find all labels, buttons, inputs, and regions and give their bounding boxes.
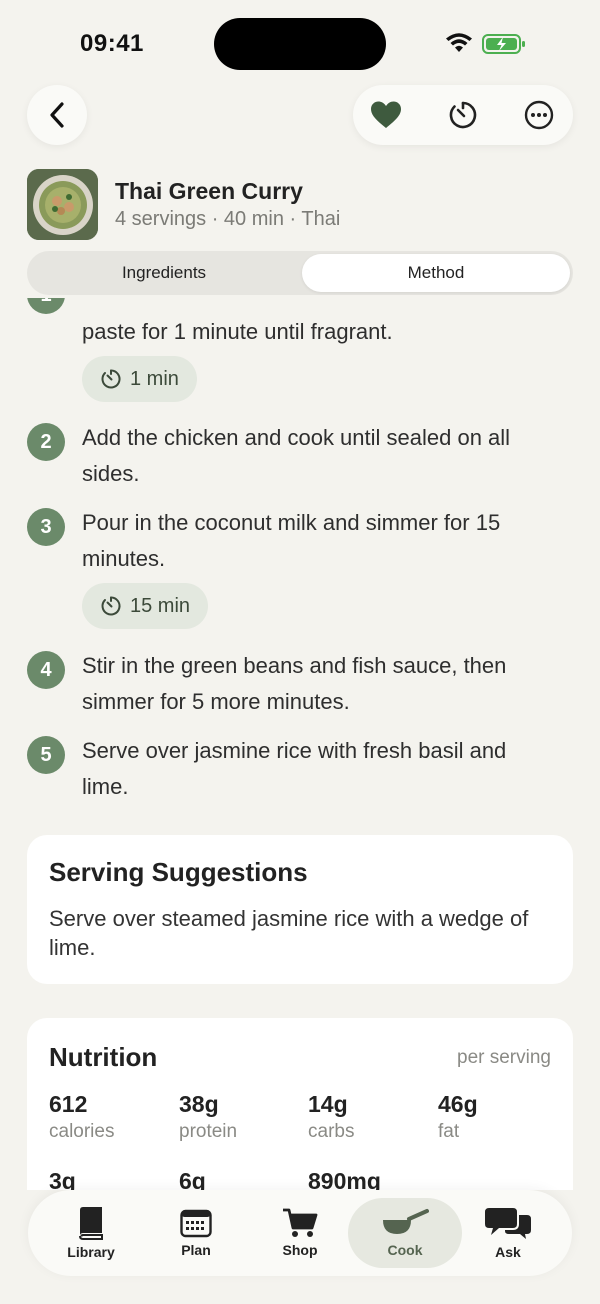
timer-button[interactable]	[447, 99, 479, 131]
nutrition-value: 3g	[49, 1168, 76, 1190]
nutrition-label: protein	[179, 1121, 238, 1142]
nutrition-value: 38g	[179, 1091, 219, 1117]
chat-icon	[485, 1208, 531, 1239]
method-scroll-area[interactable]: 1 paste for 1 minute until fragrant. 1 m…	[0, 298, 600, 1190]
tab-shop[interactable]: Shop	[245, 1198, 355, 1268]
nutrition-value: 6g	[179, 1168, 206, 1190]
tab-label: Plan	[181, 1242, 211, 1258]
cart-icon	[283, 1208, 318, 1237]
nutrition-label: carbs	[308, 1121, 355, 1142]
timer-label: 1 min	[130, 367, 179, 390]
tab-plan[interactable]: Plan	[141, 1198, 251, 1268]
nutrition-value: 46g	[438, 1091, 478, 1117]
step-text: Stir in the green beans and fish sauce, …	[82, 653, 507, 714]
recipe-title: Thai Green Curry	[115, 178, 303, 204]
step-text: Add the chicken and cook until sealed on…	[82, 425, 511, 486]
book-icon	[79, 1207, 103, 1240]
tab-library[interactable]: Library	[36, 1198, 146, 1268]
calendar-icon	[180, 1209, 212, 1238]
tab-label: Library	[67, 1244, 115, 1260]
card-body: Serve over steamed jasmine rice with a w…	[49, 906, 529, 960]
heart-icon	[371, 101, 401, 128]
pan-icon	[383, 1209, 429, 1234]
curry-bowl-image	[27, 169, 98, 240]
step-number: 5	[27, 736, 65, 774]
tab-ask[interactable]: Ask	[453, 1198, 563, 1268]
timer-chip[interactable]: 1 min	[82, 356, 197, 402]
tab-cook[interactable]: Cook	[348, 1198, 462, 1268]
tab-method[interactable]: Method	[302, 254, 570, 292]
card-title: Nutrition	[49, 1042, 158, 1072]
nutrition-unit: per serving	[457, 1047, 551, 1068]
more-button[interactable]	[523, 99, 555, 131]
timer-icon	[101, 596, 121, 616]
step-number: 2	[27, 423, 65, 461]
tab-label: Shop	[282, 1242, 318, 1258]
timer-icon	[101, 369, 121, 389]
battery-icon	[482, 34, 525, 54]
back-button[interactable]	[27, 85, 87, 145]
status-bar: 09:41	[0, 0, 600, 80]
nutrition-label: calories	[49, 1121, 115, 1142]
tab-bar: Library Plan Shop Cook Ask	[28, 1190, 572, 1276]
wifi-icon	[446, 33, 472, 52]
tab-ingredients[interactable]: Ingredients	[30, 254, 298, 292]
status-time: 09:41	[80, 30, 144, 57]
nutrition-value: 890mg	[308, 1168, 381, 1190]
nutrition-value: 612	[49, 1091, 88, 1117]
step-number: 4	[27, 651, 65, 689]
nutrition-card: Nutrition per serving 612 calories 38g p…	[27, 1018, 573, 1190]
dynamic-island	[214, 18, 386, 70]
tab-label: Cook	[387, 1242, 423, 1258]
nutrition-label: fat	[438, 1121, 460, 1142]
recipe-meta: 4 servings · 40 min · Thai	[115, 208, 341, 230]
step-text: paste for 1 minute until fragrant.	[82, 319, 393, 344]
step-text: Pour in the coconut milk and simmer for …	[82, 510, 501, 571]
timer-chip[interactable]: 15 min	[82, 583, 209, 629]
favorite-button[interactable]	[370, 99, 402, 131]
step-text: Serve over jasmine rice with fresh basil…	[82, 738, 507, 799]
segmented-control: Ingredients Method	[27, 251, 573, 295]
recipe-actions	[353, 85, 573, 145]
step-number: 3	[27, 508, 65, 546]
card-title: Serving Suggestions	[49, 857, 308, 887]
nutrition-value: 14g	[308, 1091, 348, 1117]
timer-icon	[449, 101, 477, 129]
recipe-thumbnail	[27, 169, 98, 240]
chevron-left-icon	[50, 102, 64, 128]
step-number: 1	[27, 298, 65, 314]
serving-suggestions-card: Serving Suggestions Serve over steamed j…	[27, 835, 573, 984]
timer-label: 15 min	[130, 594, 191, 617]
tab-label: Ask	[495, 1244, 521, 1260]
more-icon	[524, 100, 554, 130]
